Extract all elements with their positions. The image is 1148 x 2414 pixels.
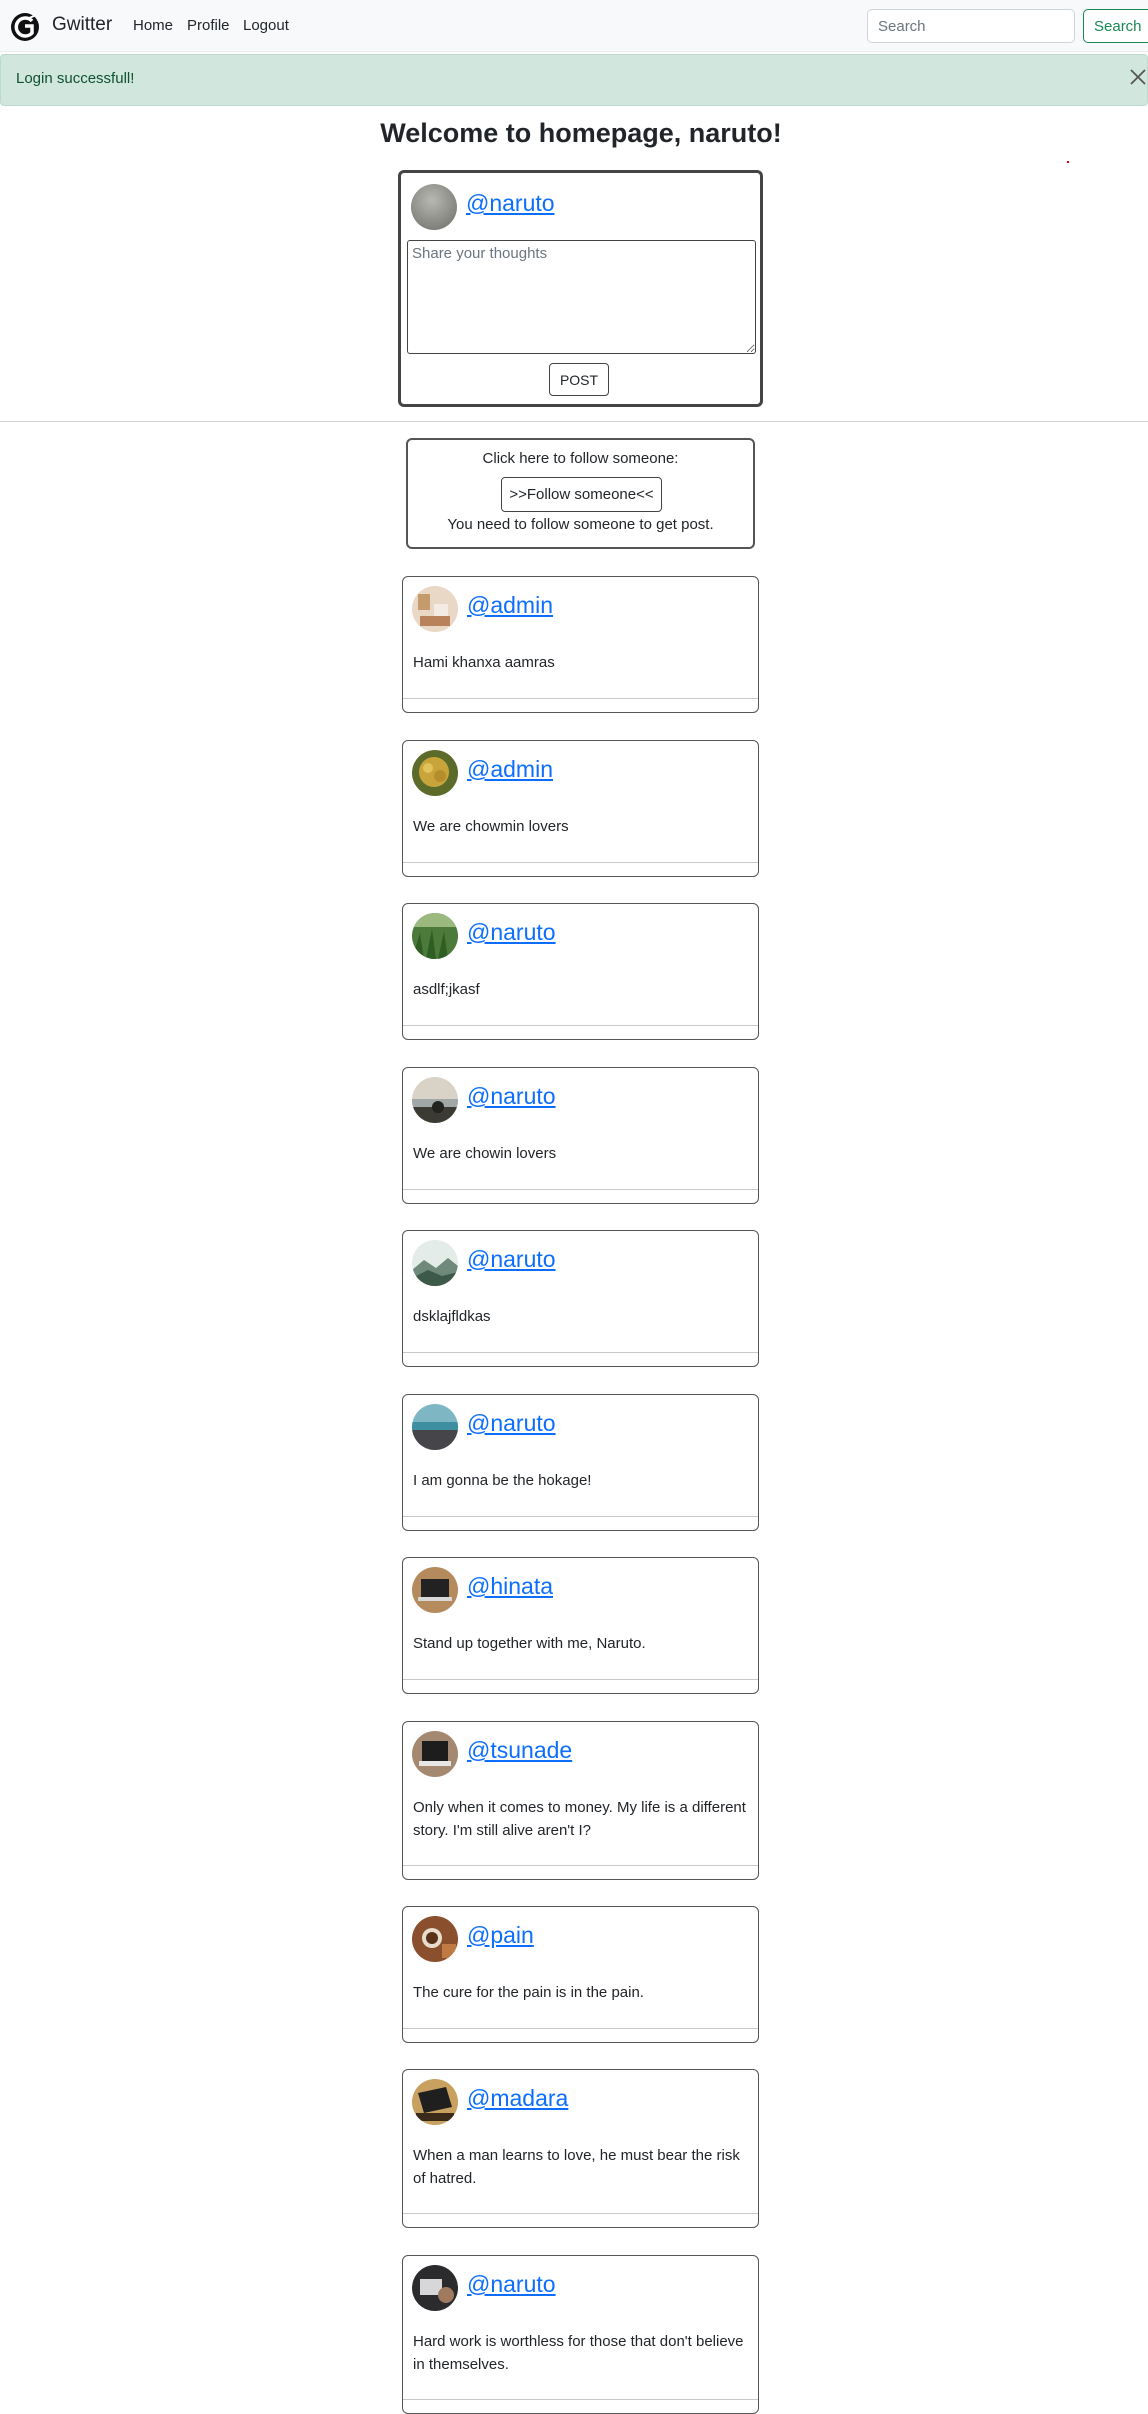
post-card: @naruto dsklajfldkas: [402, 1230, 759, 1367]
follow-note-text: You need to follow someone to get post.: [447, 516, 714, 533]
post-text: asdlf;jkasf: [413, 981, 480, 998]
navbar: Gwitter Home Profile Logout Search: [0, 0, 1148, 52]
alert-message: Login successfull!: [16, 70, 135, 87]
search-input[interactable]: [867, 9, 1075, 43]
laptop-photo-icon: [412, 1567, 458, 1613]
post-footer: [403, 1025, 758, 1039]
post-user-link[interactable]: @naruto: [467, 1083, 556, 1110]
close-icon[interactable]: [1128, 67, 1148, 87]
avatar[interactable]: [412, 1240, 458, 1286]
post-footer: [403, 1865, 758, 1879]
avatar[interactable]: [412, 1077, 458, 1123]
avatar[interactable]: [412, 1731, 458, 1777]
post-text: Stand up together with me, Naruto.: [413, 1635, 646, 1652]
post-user-link[interactable]: @pain: [467, 1922, 534, 1949]
post-text: When a man learns to love, he must bear …: [413, 2147, 740, 2187]
nav-link-logout[interactable]: Logout: [243, 17, 289, 34]
post-card: @admin We are chowmin lovers: [402, 740, 759, 877]
post-footer: [403, 1679, 758, 1693]
post-footer: [403, 2028, 758, 2042]
post-user-link[interactable]: @madara: [467, 2085, 568, 2112]
post-footer: [403, 1516, 758, 1530]
follow-someone-button[interactable]: >>Follow someone<<: [501, 477, 662, 512]
post-user-link[interactable]: @naruto: [467, 2271, 556, 2298]
login-success-alert: Login successfull!: [0, 54, 1148, 106]
post-footer: [403, 2399, 758, 2413]
avatar[interactable]: [412, 1404, 458, 1450]
brand-logo-icon[interactable]: [10, 12, 40, 42]
post-card: @hinata Stand up together with me, Narut…: [402, 1557, 759, 1694]
page-title: Welcome to homepage, naruto!: [380, 118, 782, 148]
post-text: We are chowmin lovers: [413, 818, 569, 835]
brand-name[interactable]: Gwitter: [52, 14, 112, 36]
post-text: dsklajfldkas: [413, 1308, 491, 1325]
post-card: @naruto I am gonna be the hokage!: [402, 1394, 759, 1531]
thoughts-textarea[interactable]: [407, 240, 756, 354]
laptop-desk-photo-icon: [412, 1731, 458, 1777]
avatar[interactable]: [411, 184, 457, 230]
post-text: I am gonna be the hokage!: [413, 1472, 592, 1489]
avatar[interactable]: [412, 586, 458, 632]
nav-link-profile[interactable]: Profile: [187, 17, 230, 34]
avatar[interactable]: [412, 1567, 458, 1613]
post-user-link[interactable]: @naruto: [467, 1246, 556, 1273]
post-footer: [403, 698, 758, 712]
post-user-link[interactable]: @admin: [467, 756, 553, 783]
post-card: @admin Hami khanxa aamras: [402, 576, 759, 713]
post-text: Only when it comes to money. My life is …: [413, 1799, 746, 1839]
post-footer: [403, 2213, 758, 2227]
post-card: @naruto We are chowin lovers: [402, 1067, 759, 1204]
post-user-link[interactable]: @naruto: [467, 919, 556, 946]
follow-prompt-text: Click here to follow someone:: [482, 450, 679, 467]
misty-hills-photo-icon: [412, 1240, 458, 1286]
decorative-dot: [1067, 161, 1069, 163]
avatar[interactable]: [412, 750, 458, 796]
post-text: The cure for the pain is in the pain.: [413, 1984, 644, 2001]
working-photo-icon: [412, 2265, 458, 2311]
post-user-link[interactable]: @tsunade: [467, 1737, 572, 1764]
post-card: @pain The cure for the pain is in the pa…: [402, 1906, 759, 2043]
post-card: @madara When a man learns to love, he mu…: [402, 2069, 759, 2228]
composer-user-link[interactable]: @naruto: [466, 190, 555, 217]
post-card: @naruto asdlf;jkasf: [402, 903, 759, 1040]
post-footer: [403, 862, 758, 876]
post-text: Hard work is worthless for those that do…: [413, 2333, 744, 2373]
post-text: Hami khanxa aamras: [413, 654, 555, 671]
search-button[interactable]: Search: [1083, 9, 1148, 43]
divider: [0, 421, 1148, 422]
post-card: @tsunade Only when it comes to money. My…: [402, 1721, 759, 1880]
coffee-photo-icon: [412, 1916, 458, 1962]
room-photo-icon: [412, 586, 458, 632]
post-user-link[interactable]: @naruto: [467, 1410, 556, 1437]
avatar[interactable]: [412, 2079, 458, 2125]
post-user-link[interactable]: @hinata: [467, 1573, 553, 1600]
avatar[interactable]: [412, 2265, 458, 2311]
sea-horizon-photo-icon: [412, 1404, 458, 1450]
post-button[interactable]: POST: [549, 363, 609, 396]
post-footer: [403, 1189, 758, 1203]
nav-link-home[interactable]: Home: [133, 17, 173, 34]
post-user-link[interactable]: @admin: [467, 592, 553, 619]
beach-photo-icon: [412, 1077, 458, 1123]
follow-prompt-box: Click here to follow someone: >>Follow s…: [406, 438, 755, 549]
post-footer: [403, 1352, 758, 1366]
post-text: We are chowin lovers: [413, 1145, 557, 1162]
yellow-flowers-photo-icon: [412, 750, 458, 796]
post-card: @naruto Hard work is worthless for those…: [402, 2255, 759, 2414]
grass-field-photo-icon: [412, 913, 458, 959]
laptop-hands-photo-icon: [412, 2079, 458, 2125]
avatar[interactable]: [412, 913, 458, 959]
avatar[interactable]: [412, 1916, 458, 1962]
post-composer: @naruto POST: [398, 170, 763, 407]
